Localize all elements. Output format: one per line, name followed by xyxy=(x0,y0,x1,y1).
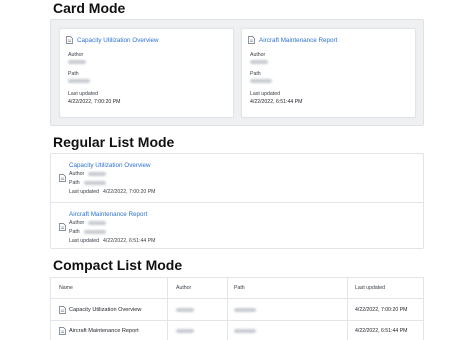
document-icon xyxy=(248,36,255,44)
last-updated-label: Last updated xyxy=(68,91,98,97)
path-value-redacted xyxy=(68,79,90,83)
card-mode-heading: Card Mode xyxy=(53,0,126,16)
path-value-redacted xyxy=(83,230,106,234)
author-label: Author xyxy=(250,52,266,58)
card-aircraft-maintenance[interactable]: Aircraft Maintenance Report Author Path … xyxy=(241,28,416,118)
table-row[interactable]: Aircraft Maintenance Report 4/22/2022, 6… xyxy=(51,320,423,340)
table-cell-author-redacted xyxy=(176,308,194,312)
column-header-name[interactable]: Name xyxy=(59,285,73,291)
document-icon xyxy=(59,223,66,231)
author-value-redacted xyxy=(88,172,107,176)
column-header-path[interactable]: Path xyxy=(234,285,245,291)
regular-list-container: Capacity Utilization Overview Author Pat… xyxy=(50,153,424,249)
card-title-link[interactable]: Aircraft Maintenance Report xyxy=(259,37,337,44)
author-label: Author xyxy=(69,220,85,226)
list-item-title-link[interactable]: Aircraft Maintenance Report xyxy=(69,211,147,218)
last-updated-label: Last updated xyxy=(69,238,99,244)
table-cell-name-link[interactable]: Capacity Utilization Overview xyxy=(69,307,141,313)
author-value-redacted xyxy=(88,221,107,225)
table-cell-author-redacted xyxy=(176,329,194,333)
path-value-redacted xyxy=(250,79,272,83)
author-label: Author xyxy=(68,52,84,58)
document-icon xyxy=(59,306,66,314)
last-updated-value: 4/22/2022, 6:51:44 PM xyxy=(250,99,303,105)
document-icon xyxy=(66,36,73,44)
list-item[interactable]: Aircraft Maintenance Report Author Path … xyxy=(51,202,423,249)
compact-list-table: Name Author Path Last updated Capacity U… xyxy=(50,277,424,340)
card-title-link[interactable]: Capacity Utilization Overview xyxy=(77,37,159,44)
path-value-redacted xyxy=(83,181,106,185)
card-mode-container: Capacity Utilization Overview Author Pat… xyxy=(50,19,424,126)
path-label: Path xyxy=(69,229,80,235)
author-value-redacted xyxy=(68,60,86,64)
author-label: Author xyxy=(69,171,85,177)
document-icon xyxy=(59,327,66,335)
path-label: Path xyxy=(68,71,79,77)
table-cell-name-link[interactable]: Aircraft Maintenance Report xyxy=(69,328,139,334)
table-cell-last-updated: 4/22/2022, 7:00:20 PM xyxy=(355,307,408,313)
path-label: Path xyxy=(69,180,80,186)
last-updated-value: 4/22/2022, 7:00:20 PM xyxy=(103,189,156,195)
last-updated-label: Last updated xyxy=(250,91,280,97)
document-icon xyxy=(59,174,66,182)
column-header-author[interactable]: Author xyxy=(176,285,191,291)
table-cell-last-updated: 4/22/2022, 6:51:44 PM xyxy=(355,328,408,334)
table-cell-path-redacted xyxy=(234,308,256,312)
table-row[interactable]: Capacity Utilization Overview 4/22/2022,… xyxy=(51,300,423,320)
last-updated-value: 4/22/2022, 7:00:20 PM xyxy=(68,99,121,105)
regular-list-mode-heading: Regular List Mode xyxy=(53,134,175,150)
path-label: Path xyxy=(250,71,261,77)
column-header-last-updated[interactable]: Last updated xyxy=(355,285,385,291)
table-header: Name Author Path Last updated xyxy=(51,278,423,299)
table-cell-path-redacted xyxy=(234,329,256,333)
last-updated-value: 4/22/2022, 6:51:44 PM xyxy=(103,238,156,244)
card-capacity-utilization[interactable]: Capacity Utilization Overview Author Pat… xyxy=(59,28,234,118)
author-value-redacted xyxy=(250,60,268,64)
list-item-title-link[interactable]: Capacity Utilization Overview xyxy=(69,162,151,169)
list-item[interactable]: Capacity Utilization Overview Author Pat… xyxy=(51,154,423,201)
compact-list-mode-heading: Compact List Mode xyxy=(53,257,183,273)
last-updated-label: Last updated xyxy=(69,189,99,195)
